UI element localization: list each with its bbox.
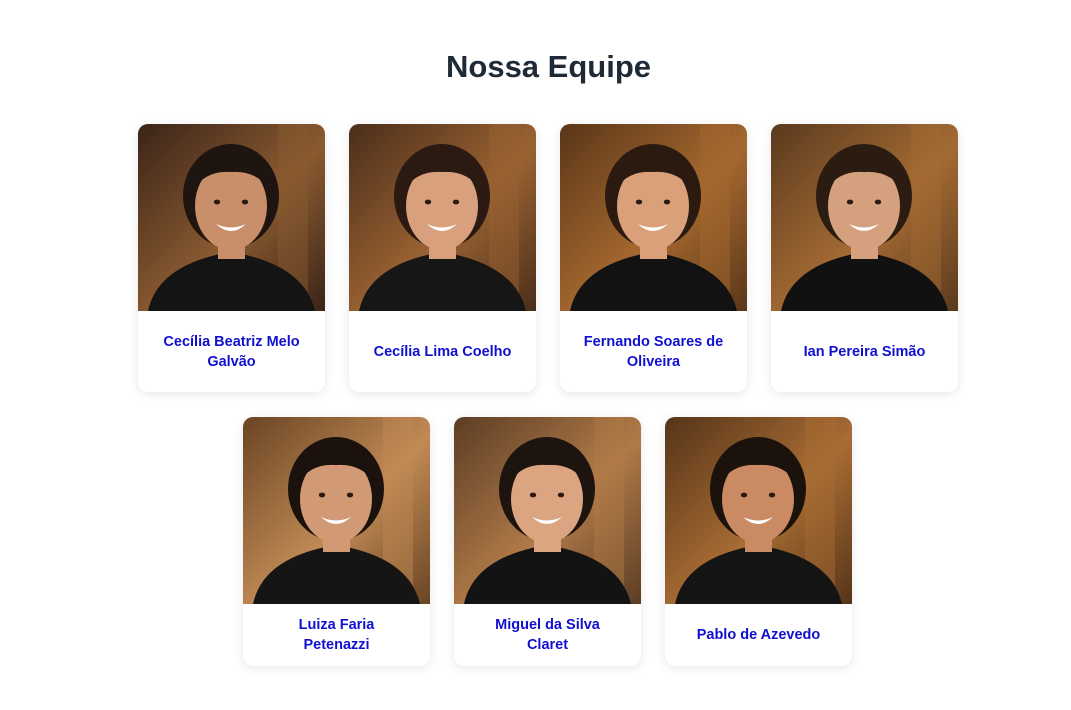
member-photo bbox=[243, 417, 430, 604]
portrait-image bbox=[665, 417, 852, 604]
member-name[interactable]: Cecília Beatriz Melo Galvão bbox=[138, 311, 325, 392]
team-row-1: Cecília Beatriz Melo Galvão Cecília Lima… bbox=[138, 124, 958, 392]
member-name[interactable]: Cecília Lima Coelho bbox=[349, 311, 536, 392]
portrait-image bbox=[454, 417, 641, 604]
member-name[interactable]: Luiza Faria Petenazzi bbox=[243, 604, 430, 666]
member-name[interactable]: Ian Pereira Simão bbox=[771, 311, 958, 392]
portrait-image bbox=[349, 124, 536, 311]
portrait-image bbox=[560, 124, 747, 311]
member-photo bbox=[771, 124, 958, 311]
team-card[interactable]: Pablo de Azevedo bbox=[665, 417, 852, 666]
member-photo bbox=[454, 417, 641, 604]
team-row-2: Luiza Faria Petenazzi Miguel da Silva Cl… bbox=[243, 417, 852, 666]
member-photo bbox=[349, 124, 536, 311]
team-card[interactable]: Luiza Faria Petenazzi bbox=[243, 417, 430, 666]
section-title: Nossa Equipe bbox=[446, 49, 651, 84]
portrait-image bbox=[243, 417, 430, 604]
team-card[interactable]: Miguel da Silva Claret bbox=[454, 417, 641, 666]
team-section: Nossa Equipe Cecília Beatriz Melo Galvão… bbox=[0, 0, 1071, 710]
member-name[interactable]: Miguel da Silva Claret bbox=[454, 604, 641, 666]
member-photo bbox=[138, 124, 325, 311]
member-name[interactable]: Fernando Soares de Oliveira bbox=[560, 311, 747, 392]
portrait-image bbox=[771, 124, 958, 311]
team-card[interactable]: Cecília Lima Coelho bbox=[349, 124, 536, 392]
team-card[interactable]: Fernando Soares de Oliveira bbox=[560, 124, 747, 392]
team-card[interactable]: Cecília Beatriz Melo Galvão bbox=[138, 124, 325, 392]
member-name[interactable]: Pablo de Azevedo bbox=[665, 604, 852, 666]
team-card[interactable]: Ian Pereira Simão bbox=[771, 124, 958, 392]
portrait-image bbox=[138, 124, 325, 311]
member-photo bbox=[560, 124, 747, 311]
member-photo bbox=[665, 417, 852, 604]
